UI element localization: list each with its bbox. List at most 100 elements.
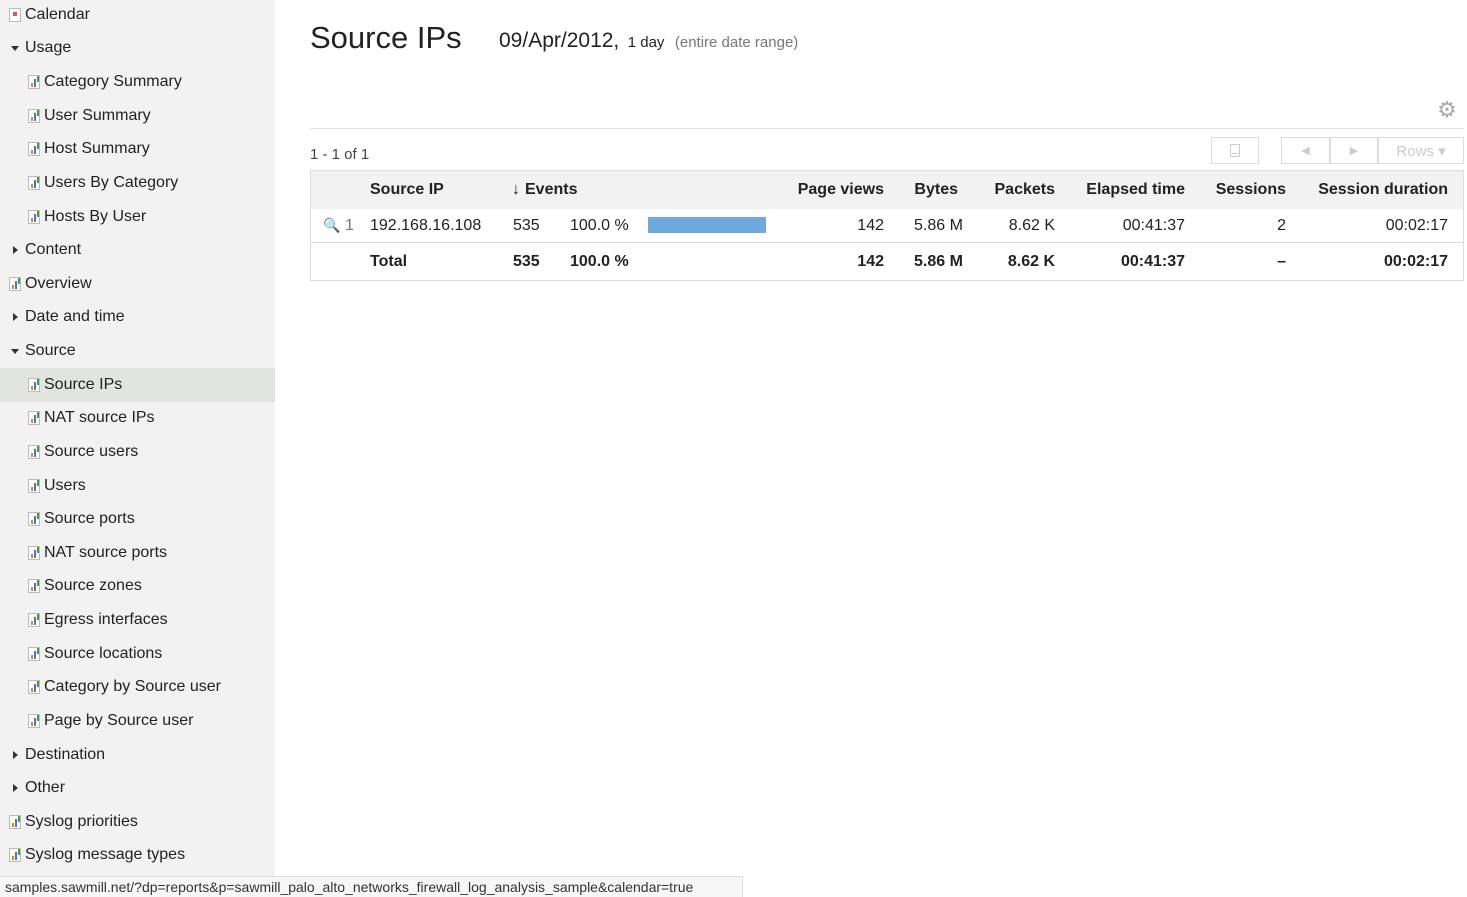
column-header-elapsed-time[interactable]: Elapsed time — [1055, 171, 1185, 209]
sidebar-item-host-summary[interactable]: Host Summary — [0, 132, 275, 166]
sidebar-item-label: Usage — [25, 39, 72, 56]
sidebar-item-label: Source ports — [44, 510, 135, 527]
expanded-triangle-icon — [9, 343, 25, 359]
sidebar-item-other[interactable]: Other — [0, 771, 275, 805]
sidebar-item-content[interactable]: Content — [0, 233, 275, 267]
column-header-packets[interactable]: Packets — [958, 171, 1056, 209]
total-events: 535 — [513, 252, 540, 270]
previous-page-button[interactable]: ◀ — [1281, 137, 1330, 164]
document-icon — [1230, 144, 1240, 157]
sidebar-item-source[interactable]: Source — [0, 334, 275, 368]
report-icon — [28, 411, 40, 425]
report-icon — [9, 815, 21, 829]
sidebar-item-label: Source — [25, 342, 76, 359]
events-bar — [648, 217, 766, 233]
column-header-bytes[interactable]: Bytes — [884, 171, 958, 209]
column-header-page-views[interactable]: Page views — [771, 171, 884, 209]
sidebar-item-label: Other — [25, 779, 66, 796]
sidebar-item-overview[interactable]: Overview — [0, 267, 275, 301]
total-events-percent: 100.0 % — [570, 252, 629, 270]
date-range-note: (entire date range) — [674, 34, 799, 51]
sidebar-item-category-by-source-user[interactable]: Category by Source user — [0, 670, 275, 704]
cell-events: 535 — [513, 216, 540, 234]
collapsed-triangle-icon — [9, 242, 25, 258]
sidebar-item-label: NAT source ports — [44, 544, 168, 561]
report-icon — [28, 680, 40, 694]
report-icon — [28, 512, 40, 526]
report-icon — [28, 142, 40, 156]
gear-icon[interactable]: ⚙ — [1436, 99, 1458, 121]
report-icon — [28, 176, 40, 190]
total-sessions: – — [1277, 252, 1286, 270]
sidebar-item-label: Source zones — [44, 577, 142, 594]
right-arrow-icon: ▶ — [1349, 145, 1359, 157]
table-row[interactable]: 🔍 1 192.168.16.108 535 100.0 % 142 5.86 … — [311, 209, 1463, 243]
date-text: 09/Apr/2012, — [499, 29, 620, 52]
rows-dropdown-button[interactable]: Rows ▾ — [1378, 137, 1464, 164]
date-display[interactable]: 09/Apr/2012, 1 day (entire date range) — [499, 29, 798, 53]
sidebar-item-label: Egress interfaces — [44, 611, 168, 628]
sidebar-item-users-by-category[interactable]: Users By Category — [0, 166, 275, 200]
sidebar-item-label: Source locations — [44, 645, 163, 662]
cell-events-percent: 100.0 % — [570, 216, 629, 234]
expanded-triangle-icon — [9, 40, 25, 56]
sidebar-item-label: User Summary — [44, 107, 151, 124]
sidebar-item-nat-source-ips[interactable]: NAT source IPs — [0, 401, 275, 435]
row-rank: 1 — [345, 216, 354, 234]
sidebar-item-source-users[interactable]: Source users — [0, 435, 275, 469]
column-header-events[interactable]: ↓ Events — [512, 171, 577, 209]
sidebar-item-date-and-time[interactable]: Date and time — [0, 300, 275, 334]
cell-source-ip[interactable]: 192.168.16.108 — [370, 209, 481, 242]
cell-packets: 8.62 K — [1008, 216, 1055, 234]
sidebar-item-label: Overview — [25, 275, 92, 292]
column-header-source-ip[interactable]: Source IP — [370, 171, 444, 209]
sidebar-item-usage[interactable]: Usage — [0, 31, 275, 65]
sidebar-item-label: Source IPs — [44, 376, 123, 393]
report-icon — [28, 378, 40, 392]
next-page-button[interactable]: ▶ — [1330, 137, 1378, 164]
sidebar-item-syslog-message-types[interactable]: Syslog message types — [0, 838, 275, 872]
table-header: Source IP ↓ Events Page views Bytes Pack… — [311, 171, 1463, 209]
date-length: 1 day — [627, 34, 665, 51]
report-icon — [28, 613, 40, 627]
column-header-session-duration[interactable]: Session duration — [1286, 171, 1448, 209]
sidebar-item-label: Source users — [44, 443, 139, 460]
total-session-duration: 00:02:17 — [1383, 252, 1448, 270]
cell-elapsed-time: 00:41:37 — [1122, 216, 1185, 234]
sidebar-item-source-ips[interactable]: Source IPs — [0, 368, 275, 402]
column-header-label: Events — [525, 181, 578, 198]
total-bytes: 5.86 M — [914, 252, 963, 270]
sidebar-item-hosts-by-user[interactable]: Hosts By User — [0, 200, 275, 234]
sidebar-item-source-ports[interactable]: Source ports — [0, 502, 275, 536]
sidebar-item-source-locations[interactable]: Source locations — [0, 637, 275, 671]
data-table: Source IP ↓ Events Page views Bytes Pack… — [310, 170, 1464, 281]
sidebar-item-label: Category by Source user — [44, 678, 221, 695]
cell-sessions: 2 — [1277, 216, 1286, 234]
sidebar-item-label: Host Summary — [44, 140, 150, 157]
sidebar-item-egress-interfaces[interactable]: Egress interfaces — [0, 603, 275, 637]
sidebar-item-label: Syslog message types — [25, 846, 186, 863]
sidebar-item-calendar[interactable]: Calendar — [0, 0, 275, 32]
export-button[interactable] — [1211, 137, 1259, 164]
total-row: Total 535 100.0 % 142 5.86 M 8.62 K 00:4… — [311, 243, 1463, 280]
sidebar-item-syslog-priorities[interactable]: Syslog priorities — [0, 805, 275, 839]
sidebar-item-source-zones[interactable]: Source zones — [0, 569, 275, 603]
total-packets: 8.62 K — [1007, 252, 1055, 270]
report-icon — [28, 75, 40, 89]
page-title: Source IPs — [310, 20, 462, 55]
sidebar-item-user-summary[interactable]: User Summary — [0, 99, 275, 133]
sidebar-item-users[interactable]: Users — [0, 469, 275, 503]
sidebar-item-destination[interactable]: Destination — [0, 738, 275, 772]
report-icon — [9, 277, 21, 291]
sidebar-item-nat-source-ports[interactable]: NAT source ports — [0, 536, 275, 570]
sidebar-item-page-by-source-user[interactable]: Page by Source user — [0, 704, 275, 738]
column-header-sessions[interactable]: Sessions — [1185, 171, 1286, 209]
sidebar-item-label: NAT source IPs — [44, 409, 155, 426]
report-icon — [28, 445, 40, 459]
zoom-icon[interactable]: 🔍 — [323, 209, 340, 242]
sidebar-item-category-summary[interactable]: Category Summary — [0, 65, 275, 99]
total-label: Total — [370, 252, 408, 270]
sidebar-item-label: Users By Category — [44, 174, 179, 191]
sidebar-item-label: Content — [25, 241, 82, 258]
cell-session-duration: 00:02:17 — [1385, 216, 1448, 234]
